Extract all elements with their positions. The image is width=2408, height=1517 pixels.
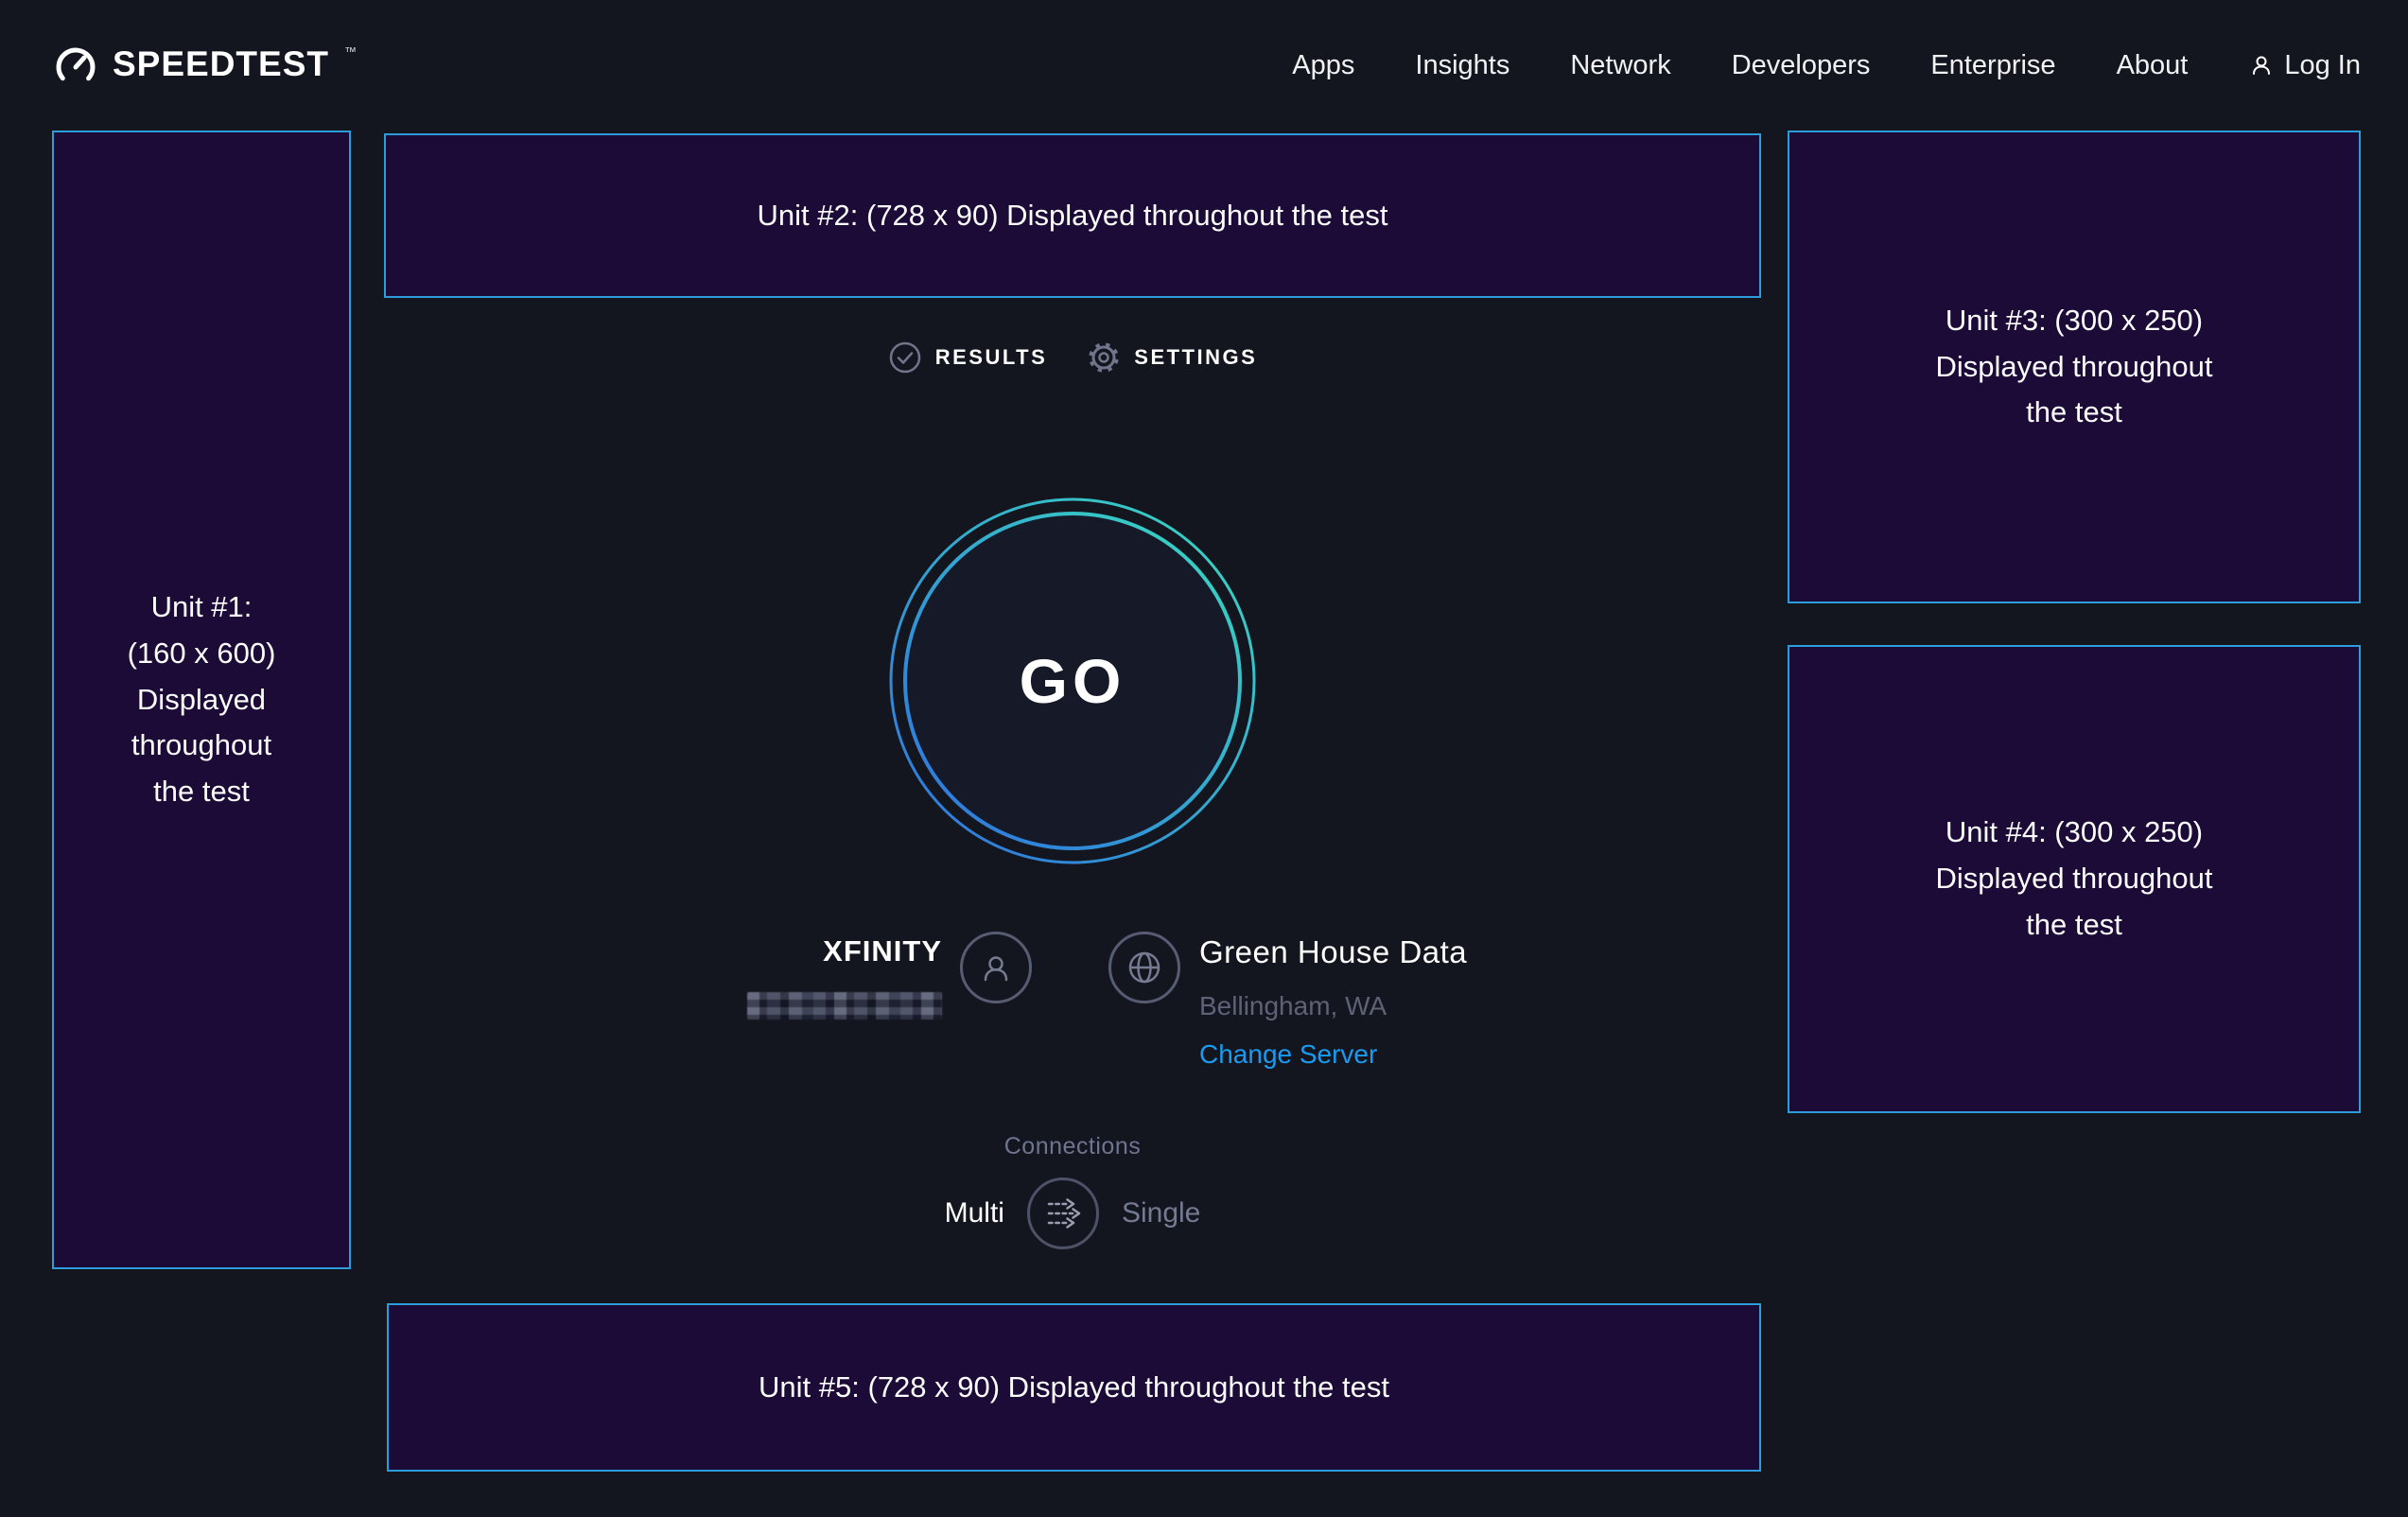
ad-unit-2-leaderboard: Unit #2: (728 x 90) Displayed throughout…: [384, 133, 1761, 298]
user-icon: [2248, 52, 2275, 78]
speedtest-page: SPEEDTEST ™ Apps Insights Network Develo…: [0, 0, 2408, 1517]
logo-text: SPEEDTEST: [113, 41, 329, 88]
nav-item-insights[interactable]: Insights: [1415, 50, 1509, 81]
login-label: Log In: [2284, 50, 2361, 81]
connections-toggle-row: Multi Single: [384, 1177, 1761, 1249]
person-icon: [977, 949, 1015, 986]
tab-settings-label: SETTINGS: [1134, 345, 1257, 370]
tab-results-label: RESULTS: [935, 345, 1048, 370]
tab-settings[interactable]: SETTINGS: [1087, 340, 1257, 375]
globe-icon: [1124, 947, 1165, 988]
nav-item-login[interactable]: Log In: [2248, 50, 2361, 81]
ad-unit-4-text: Unit #4: (300 x 250) Displayed throughou…: [1936, 810, 2213, 949]
speedtest-logo[interactable]: SPEEDTEST ™: [52, 41, 357, 90]
speedometer-icon: [52, 43, 99, 90]
server-globe: [1108, 932, 1180, 1003]
nav-item-network[interactable]: Network: [1570, 50, 1670, 81]
gear-icon: [1087, 340, 1121, 375]
nav-menu: Apps Insights Network Developers Enterpr…: [1292, 50, 2361, 81]
server-location: Bellingham, WA: [1199, 990, 1467, 1022]
nav-item-enterprise[interactable]: Enterprise: [1930, 50, 2055, 81]
trademark-mark: ™: [344, 44, 357, 59]
nav-item-about[interactable]: About: [2117, 50, 2189, 81]
server-info: Green House Data Bellingham, WA Change S…: [1199, 933, 1467, 1071]
ad-unit-5-leaderboard: Unit #5: (728 x 90) Displayed throughout…: [387, 1303, 1761, 1472]
top-nav: SPEEDTEST ™ Apps Insights Network Develo…: [52, 0, 2361, 131]
ad-unit-2-text: Unit #2: (728 x 90) Displayed throughout…: [758, 193, 1388, 239]
check-circle-icon: [888, 340, 922, 375]
isp-avatar: [960, 932, 1032, 1003]
ad-unit-1-skyscraper: Unit #1: (160 x 600) Displayed throughou…: [52, 131, 351, 1269]
ad-unit-4-rectangle: Unit #4: (300 x 250) Displayed throughou…: [1788, 645, 2361, 1113]
connections-multi-option[interactable]: Multi: [945, 1197, 1004, 1229]
nav-item-apps[interactable]: Apps: [1292, 50, 1354, 81]
isp-name: XFINITY: [823, 934, 942, 968]
change-server-link[interactable]: Change Server: [1199, 1038, 1467, 1071]
go-button[interactable]: GO: [888, 497, 1257, 865]
nav-item-developers[interactable]: Developers: [1732, 50, 1871, 81]
server-name: Green House Data: [1199, 933, 1467, 971]
go-button-label: GO: [1020, 645, 1126, 717]
censored-ip-blur: [747, 992, 942, 1020]
view-tabs: RESULTS SETTINGS: [384, 340, 1761, 375]
ad-unit-1-text: Unit #1: (160 x 600) Displayed throughou…: [128, 584, 276, 816]
connections-single-option[interactable]: Single: [1122, 1197, 1200, 1229]
connections-toggle[interactable]: [1027, 1177, 1099, 1249]
ad-unit-5-text: Unit #5: (728 x 90) Displayed throughout…: [759, 1365, 1389, 1411]
multi-arrows-icon: [1041, 1192, 1085, 1235]
connections-label: Connections: [384, 1133, 1761, 1160]
ad-unit-3-rectangle: Unit #3: (300 x 250) Displayed throughou…: [1788, 131, 2361, 603]
tab-results[interactable]: RESULTS: [888, 340, 1048, 375]
ad-unit-3-text: Unit #3: (300 x 250) Displayed throughou…: [1936, 298, 2213, 437]
